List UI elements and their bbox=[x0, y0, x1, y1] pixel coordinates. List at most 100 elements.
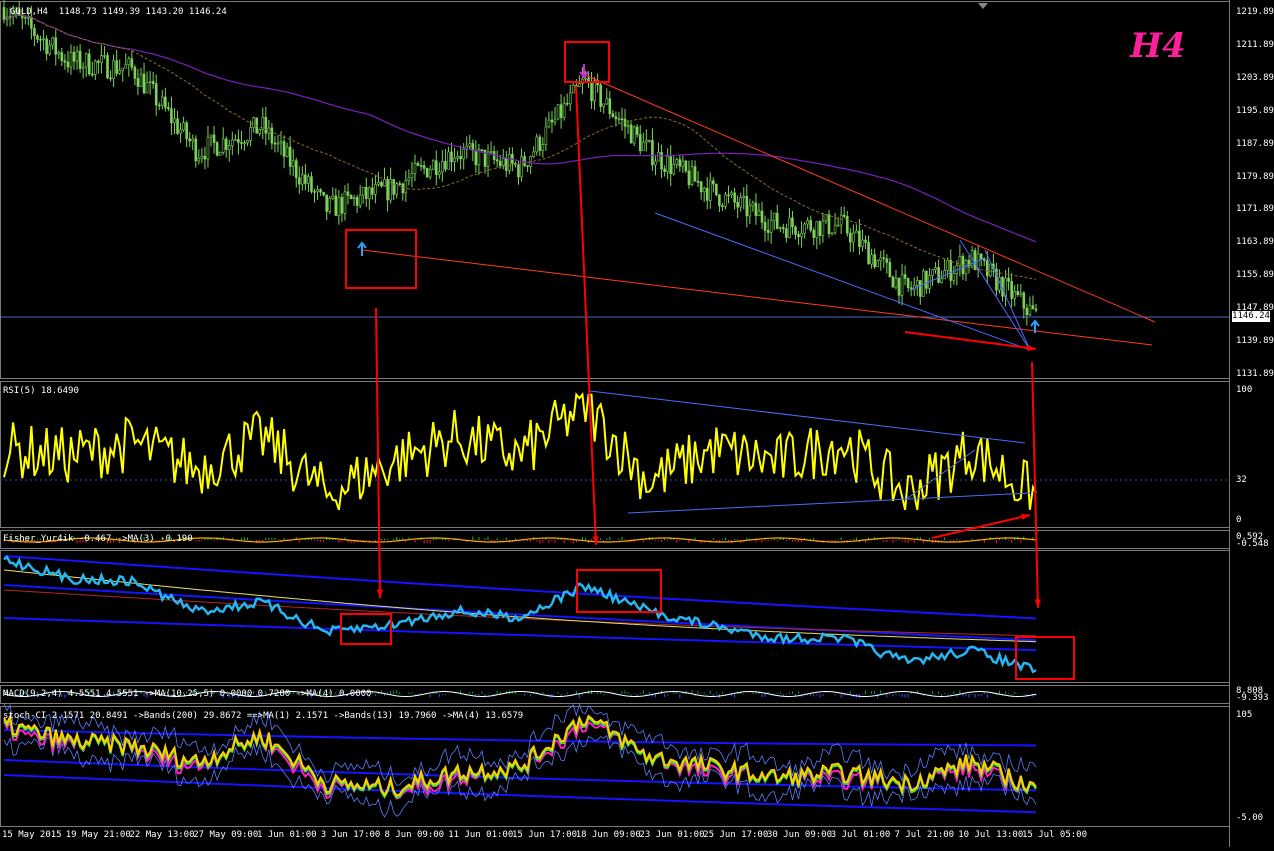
price-axis-tick: 1147.89 bbox=[1236, 303, 1274, 314]
annotations bbox=[340, 41, 1075, 680]
candle-body bbox=[769, 220, 773, 233]
candle-body bbox=[867, 242, 870, 265]
candle-body bbox=[349, 194, 353, 200]
candle-body bbox=[727, 194, 730, 197]
candle-body bbox=[672, 163, 676, 175]
macd-label: MACD(9,2,4) 4.5551 4.5551 ->MA(10,25,5) … bbox=[3, 689, 372, 699]
candle-body bbox=[736, 201, 739, 208]
candle-body bbox=[355, 197, 359, 206]
candle-body bbox=[358, 194, 362, 206]
candle-body bbox=[934, 267, 937, 270]
candle-body bbox=[882, 257, 886, 260]
candle-body bbox=[599, 84, 602, 107]
candle-body bbox=[785, 228, 788, 238]
candle-body bbox=[2, 7, 6, 21]
candle-body bbox=[651, 140, 654, 166]
candle-body bbox=[346, 191, 350, 196]
candle-body bbox=[760, 210, 764, 223]
candle-body bbox=[164, 96, 167, 108]
rsi-label: RSI(5) 18.6490 bbox=[3, 386, 79, 396]
candle-body bbox=[154, 83, 158, 106]
candle-body bbox=[42, 38, 45, 41]
time-axis-tick: 30 Jun 09:00 bbox=[767, 830, 833, 840]
candle-body bbox=[571, 85, 575, 94]
candle-body bbox=[715, 183, 718, 196]
cci-lines bbox=[3, 555, 1037, 674]
time-axis-tick: 10 Jul 13:00 bbox=[958, 830, 1024, 840]
candle-body bbox=[97, 60, 100, 63]
candle-body bbox=[453, 157, 456, 163]
candle-body bbox=[906, 278, 910, 289]
candle-body bbox=[87, 53, 91, 75]
candle-body bbox=[897, 277, 901, 296]
candle-body bbox=[1025, 307, 1029, 316]
channel-line-1 bbox=[654, 212, 1031, 351]
candle-body bbox=[666, 156, 669, 172]
time-axis-tick: 1 Jun 01:00 bbox=[257, 830, 317, 840]
candle-body bbox=[69, 51, 73, 68]
cci-lower-band bbox=[3, 617, 1036, 652]
highlight-box bbox=[1015, 636, 1075, 680]
candle-body bbox=[176, 118, 179, 134]
candle-body bbox=[669, 156, 672, 175]
time-axis-tick: 8 Jun 09:00 bbox=[384, 830, 445, 840]
candle-body bbox=[876, 260, 879, 268]
annotation-arrow bbox=[904, 331, 1037, 350]
candle-body bbox=[1019, 292, 1023, 295]
candle-body bbox=[188, 138, 191, 142]
candle-body bbox=[109, 77, 112, 80]
candle-body bbox=[364, 186, 368, 199]
candle-body bbox=[215, 142, 219, 156]
price-axis-tick: 1163.89 bbox=[1236, 237, 1274, 248]
candle-body bbox=[757, 210, 761, 216]
cci-red-ma bbox=[3, 589, 1036, 637]
chart-window[interactable]: GOLD,H4 1148.73 1149.39 1143.20 1146.24 … bbox=[0, 0, 1274, 847]
candle-body bbox=[742, 196, 746, 199]
candle-body bbox=[450, 151, 453, 163]
candle-body bbox=[368, 187, 371, 199]
candle-body bbox=[231, 139, 234, 146]
candle-body bbox=[444, 161, 447, 170]
candle-body bbox=[474, 150, 478, 166]
highlight-box bbox=[576, 569, 662, 613]
candle-body bbox=[27, 16, 30, 19]
candle-body bbox=[179, 129, 182, 134]
candle-body bbox=[818, 221, 822, 236]
candle-body bbox=[133, 67, 137, 79]
candle-body bbox=[861, 239, 864, 247]
price-axis-tick: 1179.89 bbox=[1236, 171, 1274, 182]
candle-body bbox=[54, 37, 58, 55]
candle-body bbox=[718, 194, 721, 206]
candle-body bbox=[313, 191, 316, 193]
candle-body bbox=[60, 52, 64, 62]
candle-body bbox=[1028, 305, 1032, 316]
candle-body bbox=[809, 220, 813, 231]
candle-body bbox=[681, 160, 685, 167]
candle-body bbox=[873, 254, 876, 268]
candle-body bbox=[340, 197, 344, 214]
candle-body bbox=[142, 73, 146, 94]
candle-body bbox=[1022, 292, 1026, 309]
annotation-arrow bbox=[375, 307, 381, 599]
candle-body bbox=[739, 197, 743, 208]
candle-body bbox=[806, 220, 809, 225]
candle-body bbox=[550, 119, 554, 123]
rsi-level-0: 0 bbox=[1236, 515, 1242, 525]
candle-body bbox=[864, 239, 867, 243]
candle-body bbox=[791, 217, 794, 228]
candle-body bbox=[517, 164, 520, 178]
rsi-level-100: 100 bbox=[1236, 385, 1253, 395]
time-axis-tick: 22 May 13:00 bbox=[129, 830, 195, 840]
candle-body bbox=[559, 104, 563, 118]
candle-body bbox=[33, 27, 36, 37]
candle-body bbox=[919, 280, 922, 297]
candle-body bbox=[395, 183, 399, 195]
candle-body bbox=[782, 227, 785, 229]
rsi-upper-trendline bbox=[589, 390, 1026, 444]
candle-body bbox=[307, 176, 310, 184]
moving-average-slow bbox=[3, 14, 1037, 243]
candle-body bbox=[751, 202, 755, 207]
candle-body bbox=[480, 149, 484, 151]
candle-body bbox=[243, 142, 246, 145]
candle-body bbox=[331, 195, 335, 199]
